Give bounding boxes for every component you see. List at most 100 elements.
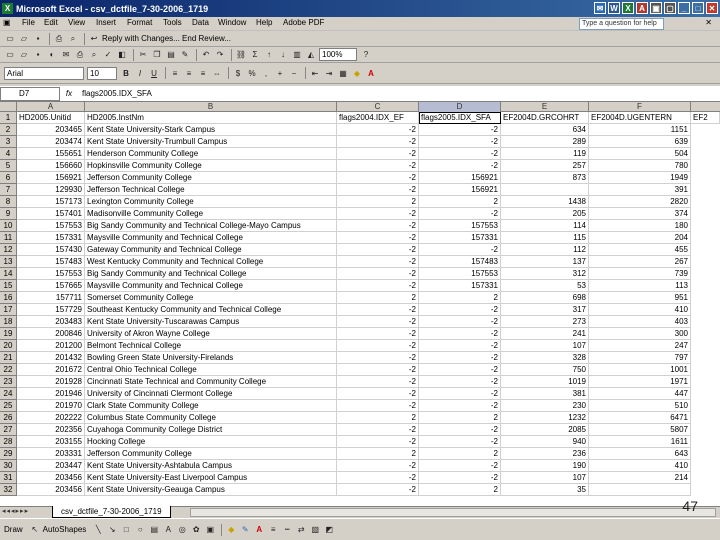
cell-c[interactable]: -2 — [337, 256, 419, 268]
cell-b[interactable]: Jefferson Community College — [85, 172, 337, 184]
cell-a[interactable]: 203456 — [17, 484, 85, 496]
cell-f[interactable]: 643 — [589, 448, 691, 460]
paste-icon[interactable]: ▤ — [165, 49, 177, 61]
cell-c[interactable]: -2 — [337, 340, 419, 352]
open-icon[interactable]: ▱ — [18, 49, 30, 61]
cell-f[interactable]: 2820 — [589, 196, 691, 208]
row-header[interactable]: 3 — [0, 136, 17, 148]
picture-icon[interactable]: ▣ — [204, 524, 216, 536]
cell-a[interactable]: 157553 — [17, 268, 85, 280]
line-icon[interactable]: ╲ — [92, 524, 104, 536]
cell-d[interactable]: -2 — [419, 352, 501, 364]
cell-d[interactable]: 156921 — [419, 172, 501, 184]
cell-b[interactable]: Kent State University-Ashtabula Campus — [85, 460, 337, 472]
tray-icon-4[interactable]: A — [636, 2, 648, 14]
autoshapes-menu[interactable]: AutoShapes — [43, 525, 87, 534]
excel-doc-icon[interactable]: ▣ — [3, 18, 11, 27]
cell-d[interactable]: -2 — [419, 460, 501, 472]
column-header-f[interactable]: F — [589, 102, 691, 112]
cell-b[interactable]: Clark State Community College — [85, 400, 337, 412]
cell-b[interactable]: Columbus State Community College — [85, 412, 337, 424]
new-icon[interactable]: ▭ — [4, 33, 16, 45]
fill-color-icon[interactable]: ◆ — [351, 67, 363, 79]
cell-e1[interactable]: EF2004D.GRCOHRT — [501, 112, 589, 124]
name-box[interactable]: D7 — [0, 86, 60, 101]
print-icon[interactable]: ⎙ — [74, 49, 86, 61]
redo-icon[interactable]: ↷ — [214, 49, 226, 61]
cell-e[interactable]: 873 — [501, 172, 589, 184]
review-text[interactable]: Reply with Changes... End Review... — [102, 34, 231, 43]
cell-d[interactable]: 2 — [419, 484, 501, 496]
row-header[interactable]: 15 — [0, 280, 17, 292]
row-header[interactable]: 24 — [0, 388, 17, 400]
cell-f[interactable]: 1971 — [589, 376, 691, 388]
cell-f[interactable]: 214 — [589, 472, 691, 484]
cell-f[interactable]: 780 — [589, 160, 691, 172]
cell-f[interactable]: 455 — [589, 244, 691, 256]
cell-a[interactable]: 157729 — [17, 304, 85, 316]
cell-f[interactable]: 951 — [589, 292, 691, 304]
bold-icon[interactable]: B — [120, 67, 132, 79]
cell-f[interactable]: 180 — [589, 220, 691, 232]
tray-icon-1[interactable]: ✉ — [594, 2, 606, 14]
cell-b[interactable]: Kent State University-Stark Campus — [85, 124, 337, 136]
cell-d[interactable]: 2 — [419, 292, 501, 304]
arrow-icon[interactable]: ↘ — [106, 524, 118, 536]
cell-c[interactable]: -2 — [337, 424, 419, 436]
line-style-icon[interactable]: ≡ — [267, 524, 279, 536]
cell-e[interactable]: 1438 — [501, 196, 589, 208]
cell-a[interactable]: 201928 — [17, 376, 85, 388]
cell-a[interactable]: 201200 — [17, 340, 85, 352]
help-search-box[interactable]: Type a question for help — [579, 18, 664, 30]
cell-d1[interactable]: flags2005.IDX_SFA — [419, 112, 501, 124]
row-header[interactable]: 7 — [0, 184, 17, 196]
font-color-icon[interactable]: A — [365, 67, 377, 79]
align-right-icon[interactable]: ≡ — [197, 67, 209, 79]
reply-icon[interactable]: ↩ — [88, 33, 100, 45]
cell-c[interactable]: -2 — [337, 436, 419, 448]
row-header[interactable]: 19 — [0, 328, 17, 340]
menu-window[interactable]: Window — [218, 18, 246, 27]
cell-b[interactable]: Henderson Community College — [85, 148, 337, 160]
cell-d[interactable]: 157331 — [419, 280, 501, 292]
cell-a[interactable]: 200846 — [17, 328, 85, 340]
menu-data[interactable]: Data — [192, 18, 209, 27]
row-header[interactable]: 13 — [0, 256, 17, 268]
cell-f[interactable]: 797 — [589, 352, 691, 364]
cell-f[interactable]: 1151 — [589, 124, 691, 136]
cell-e[interactable]: 230 — [501, 400, 589, 412]
cell-b[interactable]: Maysville Community and Technical Colleg… — [85, 232, 337, 244]
cell-f[interactable]: 247 — [589, 340, 691, 352]
cell-e[interactable]: 35 — [501, 484, 589, 496]
cell-b[interactable]: Cuyahoga Community College District — [85, 424, 337, 436]
cell-f[interactable]: 403 — [589, 316, 691, 328]
email-icon[interactable]: ✉ — [60, 49, 72, 61]
help-icon[interactable]: ? — [360, 49, 372, 61]
preview-icon[interactable]: ⌕ — [67, 33, 79, 45]
close-icon[interactable]: ✕ — [706, 2, 718, 14]
column-header-c[interactable]: C — [337, 102, 419, 112]
cell-f[interactable]: 410 — [589, 460, 691, 472]
cell-a[interactable]: 202356 — [17, 424, 85, 436]
cell-e[interactable]: 257 — [501, 160, 589, 172]
font-color-icon[interactable]: A — [253, 524, 265, 536]
cell-c[interactable]: -2 — [337, 328, 419, 340]
row-header[interactable]: 10 — [0, 220, 17, 232]
cell-a[interactable]: 129930 — [17, 184, 85, 196]
cell-d[interactable]: 157553 — [419, 268, 501, 280]
menu-edit[interactable]: Edit — [44, 18, 58, 27]
diagram-icon[interactable]: ◎ — [176, 524, 188, 536]
cell-a[interactable]: 203465 — [17, 124, 85, 136]
row-header[interactable]: 27 — [0, 424, 17, 436]
cell-c[interactable]: -2 — [337, 304, 419, 316]
cell-a[interactable]: 157331 — [17, 232, 85, 244]
cell-b[interactable]: Maysville Community and Technical Colleg… — [85, 280, 337, 292]
cell-e[interactable]: 137 — [501, 256, 589, 268]
cell-a[interactable]: 203456 — [17, 472, 85, 484]
cell-e[interactable]: 190 — [501, 460, 589, 472]
cell-b[interactable]: Central Ohio Technical College — [85, 364, 337, 376]
cell-b[interactable]: Kent State University-Geauga Campus — [85, 484, 337, 496]
row-header[interactable]: 5 — [0, 160, 17, 172]
cell-d[interactable]: -2 — [419, 208, 501, 220]
cell-c[interactable]: -2 — [337, 364, 419, 376]
